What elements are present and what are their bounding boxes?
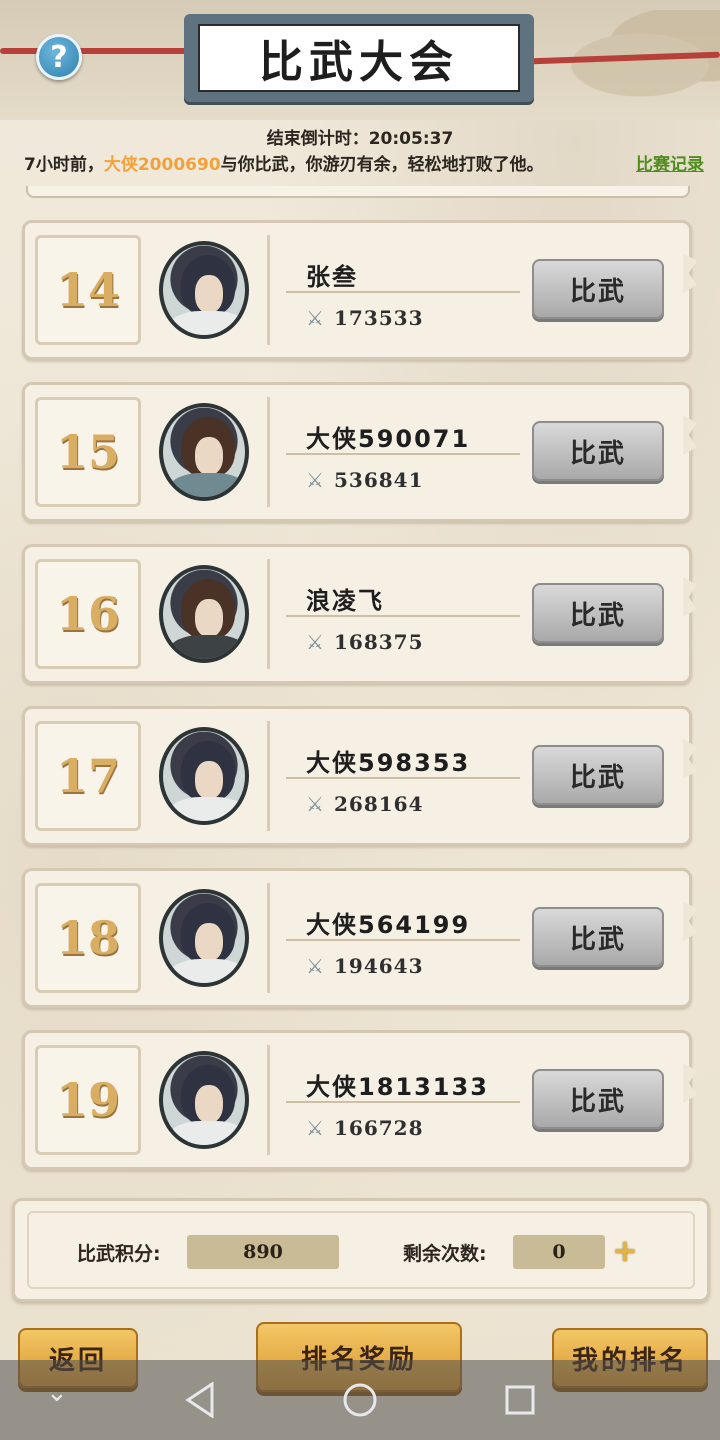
avatar: [159, 727, 249, 825]
challenge-button[interactable]: 比武: [532, 907, 664, 967]
plus-icon: +: [612, 1234, 638, 1269]
rank-number: 15: [55, 425, 120, 479]
opponent-row: 18 大侠564199 ⚔ 194643 比武: [22, 868, 697, 1008]
home-circle-icon[interactable]: [342, 1382, 378, 1418]
opponent-row: 17 大侠598353 ⚔ 268164 比武: [22, 706, 697, 846]
previous-row-edge: [26, 186, 690, 198]
opponent-row: 19 大侠1813133 ⚔ 166728 比武: [22, 1030, 697, 1170]
remaining-label: 剩余次数:: [403, 1243, 487, 1265]
player-name: 浪凌飞: [306, 587, 384, 615]
help-button[interactable]: ?: [36, 34, 82, 80]
red-rope-left: [0, 48, 190, 54]
rank-number: 17: [55, 749, 120, 803]
crossed-swords-icon: ⚔: [306, 1116, 324, 1140]
countdown-label: 结束倒计时：: [266, 129, 369, 149]
avatar: [159, 565, 249, 663]
rank-number: 16: [55, 587, 120, 641]
player-name: 大侠598353: [306, 749, 471, 777]
score-value: 890: [187, 1235, 339, 1269]
challenge-button[interactable]: 比武: [532, 583, 664, 643]
match-record-link[interactable]: 比赛记录: [636, 150, 704, 175]
challenge-button[interactable]: 比武: [532, 259, 664, 319]
chevron-down-icon[interactable]: ⌄: [46, 1378, 68, 1408]
player-name: 大侠564199: [306, 911, 471, 939]
combat-power: 194643: [334, 954, 424, 978]
score-label: 比武积分:: [77, 1243, 161, 1265]
rank-number: 14: [55, 263, 120, 317]
combat-power: 536841: [334, 468, 424, 492]
countdown: 结束倒计时：20:05:37: [0, 124, 720, 149]
crossed-swords-icon: ⚔: [306, 468, 324, 492]
system-nav-bar: ⌄: [0, 1360, 720, 1440]
crossed-swords-icon: ⚔: [306, 306, 324, 330]
crossed-swords-icon: ⚔: [306, 630, 324, 654]
crossed-swords-icon: ⚔: [306, 792, 324, 816]
rank-number: 18: [55, 911, 120, 965]
remaining-value: 0: [513, 1235, 605, 1269]
avatar: [159, 889, 249, 987]
avatar: [159, 1051, 249, 1149]
notice-suffix: 与你比武，你游刃有余，轻松地打败了他。: [220, 155, 544, 175]
opponent-row: 16 浪凌飞 ⚔ 168375 比武: [22, 544, 697, 684]
back-triangle-icon[interactable]: [184, 1382, 216, 1418]
combat-power: 173533: [334, 306, 424, 330]
recents-square-icon[interactable]: [504, 1384, 536, 1416]
title-plate: 比武大会: [184, 14, 534, 102]
question-icon: ?: [50, 39, 68, 75]
page-title: 比武大会: [259, 37, 459, 88]
player-name: 大侠590071: [306, 425, 471, 453]
player-name: 张叁: [306, 263, 358, 291]
challenge-button[interactable]: 比武: [532, 745, 664, 805]
countdown-time: 20:05:37: [368, 129, 454, 149]
rank-number: 19: [55, 1073, 120, 1127]
player-name: 大侠1813133: [306, 1073, 489, 1101]
notice-prefix: 7小时前，: [24, 155, 104, 175]
stats-panel: 比武积分: 890 剩余次数: 0 +: [12, 1198, 710, 1302]
avatar: [159, 241, 249, 339]
battle-notice: 7小时前，大侠2000690与你比武，你游刃有余，轻松地打败了他。 比赛记录: [24, 150, 704, 175]
opponent-row: 14 张叁 ⚔ 173533 比武: [22, 220, 697, 360]
avatar: [159, 403, 249, 501]
combat-power: 168375: [334, 630, 424, 654]
combat-power: 166728: [334, 1116, 424, 1140]
notice-opponent: 大侠2000690: [103, 155, 221, 175]
combat-power: 268164: [334, 792, 424, 816]
crossed-swords-icon: ⚔: [306, 954, 324, 978]
add-attempts-button[interactable]: +: [611, 1237, 639, 1267]
challenge-button[interactable]: 比武: [532, 421, 664, 481]
opponent-row: 15 大侠590071 ⚔ 536841 比武: [22, 382, 697, 522]
cloud-decoration: [520, 10, 720, 120]
challenge-button[interactable]: 比武: [532, 1069, 664, 1129]
